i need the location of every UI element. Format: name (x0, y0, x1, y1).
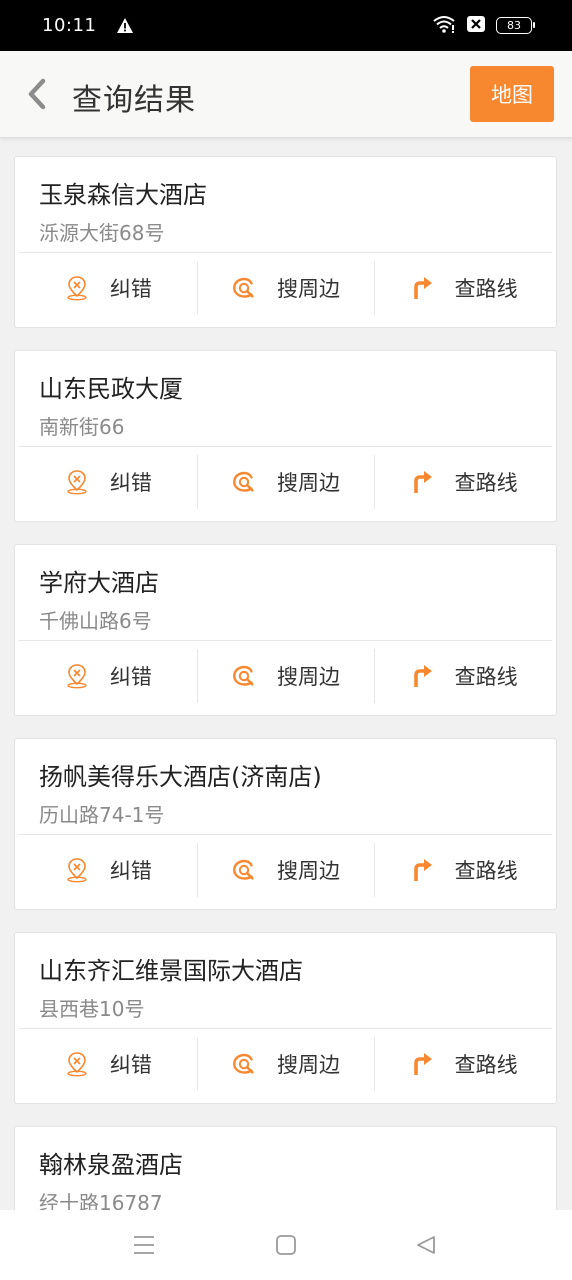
result-card[interactable]: 山东民政大厦南新街66 纠错 搜周边 查路线 (14, 350, 557, 522)
correct-button[interactable]: 纠错 (19, 645, 197, 707)
search-nearby-label: 搜周边 (277, 665, 340, 689)
map-pin-x-icon (64, 857, 90, 883)
card-actions: 纠错 搜周边 查路线 (19, 839, 552, 901)
battery-icon: 83 (496, 17, 535, 34)
search-nearby-button[interactable]: 搜周边 (196, 451, 375, 513)
place-address: 千佛山路6号 (39, 609, 152, 633)
search-nearby-button[interactable]: 搜周边 (196, 1033, 375, 1095)
route-arrow-icon (409, 857, 435, 883)
page-title: 查询结果 (72, 83, 196, 118)
battery-level: 83 (507, 19, 521, 32)
search-nearby-icon (231, 663, 257, 689)
place-name[interactable]: 玉泉森信大酒店 (39, 175, 207, 210)
search-nearby-icon (231, 857, 257, 883)
card-actions: 纠错 搜周边 查路线 (19, 451, 552, 513)
home-square-icon[interactable] (273, 1232, 299, 1258)
route-label: 查路线 (454, 471, 518, 495)
result-list[interactable]: 玉泉森信大酒店 泺源大街68号 纠错 搜周边 查路线 山东民政大厦 南新街66 纠错 搜周边 查路… (0, 156, 572, 1210)
back-button[interactable] (22, 77, 52, 111)
route-button[interactable]: 查路线 (374, 645, 552, 707)
map-pin-x-icon (64, 469, 90, 495)
card-divider (19, 252, 552, 253)
correct-button[interactable]: 纠错 (19, 257, 197, 319)
status-bar: 10:11 83 (0, 0, 572, 51)
route-button[interactable]: 查路线 (374, 451, 552, 513)
map-button[interactable]: 地图 (470, 66, 554, 122)
route-label: 查路线 (454, 1053, 518, 1077)
chevron-left-icon (28, 78, 46, 110)
warning-icon (116, 17, 134, 35)
correct-button[interactable]: 纠错 (19, 1033, 197, 1095)
place-address: 县西巷10号 (39, 997, 145, 1021)
correct-label: 纠错 (109, 665, 152, 689)
route-arrow-icon (409, 469, 435, 495)
wifi-icon (432, 15, 456, 37)
correct-button[interactable]: 纠错 (19, 839, 197, 901)
x-box-icon (466, 15, 486, 37)
card-actions: 纠错 搜周边 查路线 (19, 1033, 552, 1095)
result-card[interactable]: 玉泉森信大酒店泺源大街68号纠错 搜周边 查路线 (14, 156, 557, 328)
header: 查询结果 地图 (0, 51, 572, 138)
status-time: 10:11 (42, 15, 97, 36)
back-triangle-icon[interactable] (413, 1232, 439, 1258)
card-divider (19, 1028, 552, 1029)
card-actions: 纠错 搜周边 查路线 (19, 645, 552, 707)
result-card[interactable]: 学府大酒店千佛山路6号纠错 搜周边 查路线 (14, 544, 557, 716)
route-button[interactable]: 查路线 (374, 257, 552, 319)
search-nearby-icon (231, 469, 257, 495)
route-label: 查路线 (454, 859, 518, 883)
route-button[interactable]: 查路线 (374, 839, 552, 901)
search-nearby-label: 搜周边 (277, 471, 340, 495)
status-icons: 83 (432, 15, 535, 37)
card-divider (19, 834, 552, 835)
place-address: 泺源大街68号 (39, 221, 165, 245)
search-nearby-icon (231, 275, 257, 301)
correct-label: 纠错 (109, 277, 152, 301)
route-arrow-icon (409, 1051, 435, 1077)
place-name[interactable]: 山东齐汇维景国际大酒店 (39, 951, 303, 986)
search-nearby-button[interactable]: 搜周边 (196, 645, 375, 707)
route-button[interactable]: 查路线 (374, 1033, 552, 1095)
result-card[interactable]: 翰林泉盈酒店经十路16787纠错搜周边查路线 (14, 1126, 557, 1210)
correct-label: 纠错 (109, 471, 152, 495)
route-label: 查路线 (454, 665, 518, 689)
correct-label: 纠错 (109, 1053, 152, 1077)
place-address: 南新街66 (39, 415, 125, 439)
correct-label: 纠错 (109, 859, 152, 883)
search-nearby-label: 搜周边 (277, 277, 340, 301)
correct-button[interactable]: 纠错 (19, 451, 197, 513)
navigation-bar (0, 1210, 572, 1280)
search-nearby-icon (231, 1051, 257, 1077)
route-label: 查路线 (454, 277, 518, 301)
place-address: 经十路16787 (39, 1191, 163, 1210)
place-name[interactable]: 学府大酒店 (39, 563, 159, 598)
place-name[interactable]: 翰林泉盈酒店 (39, 1145, 183, 1180)
card-actions: 纠错 搜周边 查路线 (19, 257, 552, 319)
result-card[interactable]: 山东齐汇维景国际大酒店县西巷10号纠错 搜周边 查路线 (14, 932, 557, 1104)
route-arrow-icon (409, 663, 435, 689)
menu-icon[interactable] (131, 1232, 157, 1258)
place-address: 历山路74-1号 (39, 803, 165, 827)
search-nearby-button[interactable]: 搜周边 (196, 257, 375, 319)
card-divider (19, 446, 552, 447)
search-nearby-label: 搜周边 (277, 859, 340, 883)
result-card[interactable]: 扬帆美得乐大酒店(济南店) 历山路74-1号纠错 搜周边 查路线 (14, 738, 557, 910)
map-pin-x-icon (64, 1051, 90, 1077)
place-name[interactable]: 山东民政大厦 (39, 369, 183, 404)
search-nearby-button[interactable]: 搜周边 (196, 839, 375, 901)
card-divider (19, 640, 552, 641)
map-pin-x-icon (64, 663, 90, 689)
search-nearby-label: 搜周边 (277, 1053, 340, 1077)
route-arrow-icon (409, 275, 435, 301)
map-pin-x-icon (64, 275, 90, 301)
place-name[interactable]: 扬帆美得乐大酒店(济南店) (39, 757, 322, 792)
